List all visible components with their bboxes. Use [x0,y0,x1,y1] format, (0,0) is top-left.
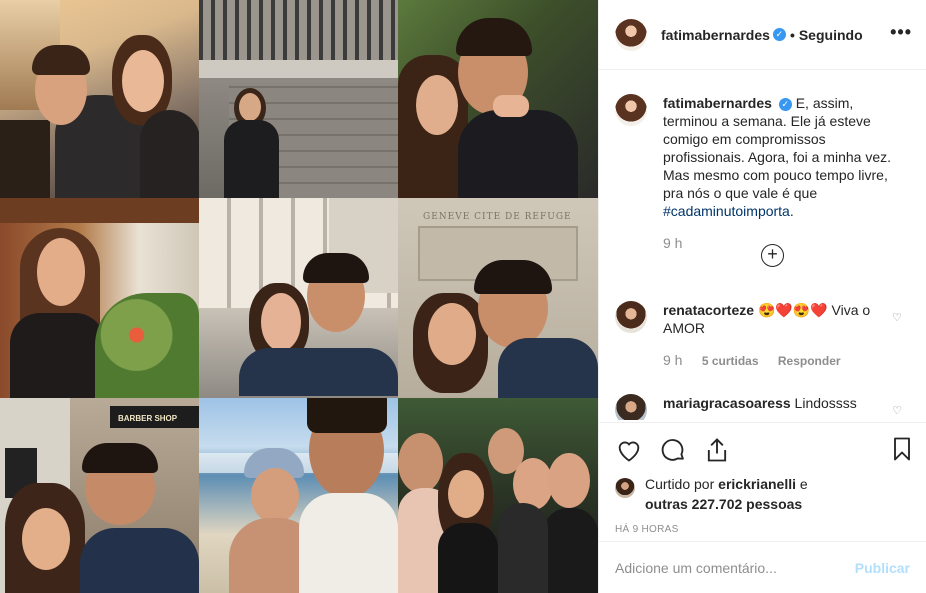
author-username[interactable]: fatimabernardes [661,27,770,43]
comment-emoji: 😍❤️😍❤️ [757,302,828,318]
following-button[interactable]: Seguindo [799,27,863,43]
commenter-avatar[interactable] [615,301,647,333]
add-comment-bar: Adicione um comentário... Publicar [599,541,926,593]
caption-username[interactable]: fatimabernardes [663,95,772,111]
author-avatar[interactable] [615,18,647,51]
liked-middle: e [799,476,808,492]
comment-like-icon[interactable]: ♡ [892,404,902,417]
likes-count[interactable]: outras 227.702 pessoas [645,496,802,512]
reply-button[interactable]: Responder [778,354,841,368]
post-sidebar: fatimabernardes ✓ • Seguindo ••• fatimab… [598,0,926,593]
stone-sign-text: GENEVE CITE DE REFUGE [423,212,572,222]
publish-button[interactable]: Publicar [855,560,910,576]
caption-end: . [789,203,794,219]
caption-avatar[interactable] [615,94,647,126]
comment-icon[interactable] [659,436,687,464]
comment-input[interactable]: Adicione um comentário... [615,560,777,576]
collage-photo-8 [199,398,398,593]
instagram-post: GENEVE CITE DE REFUGE BARBER SHOP fatima… [0,0,926,593]
separator-dot: • [789,26,795,43]
caption: fatimabernardes ✓ E, assim, terminou a s… [615,94,910,253]
caption-hashtag[interactable]: #cadaminutoimporta [663,203,790,219]
comment-item: mariagracasoaress Lindossss ♡ [615,394,910,420]
comment-username[interactable]: renatacorteze [663,302,754,318]
commenter-avatar[interactable] [615,394,647,420]
add-icon[interactable]: + [761,244,784,267]
collage-photo-4 [0,198,199,398]
more-icon[interactable]: ••• [890,22,912,43]
comment-item: renatacorteze 😍❤️😍❤️ Viva o AMOR 9 h 5 c… [615,301,910,370]
caption-time[interactable]: 9 h [663,235,682,251]
collage-photo-1 [0,0,199,198]
comment-text: Lindossss [794,395,857,411]
comment-like-icon[interactable]: ♡ [892,311,902,324]
liked-prefix: Curtido por [645,476,715,492]
comments-list[interactable]: fatimabernardes ✓ E, assim, terminou a s… [599,71,926,420]
photo-collage[interactable]: GENEVE CITE DE REFUGE BARBER SHOP [0,0,598,593]
barber-sign-text: BARBER SHOP [118,414,178,423]
collage-photo-2 [199,0,398,198]
verified-icon: ✓ [772,28,786,41]
comment-username[interactable]: mariagracasoaress [663,395,791,411]
collage-photo-3 [398,0,598,198]
liker-avatar[interactable] [615,478,635,498]
bookmark-icon[interactable] [888,435,916,463]
comment-likes[interactable]: 5 curtidas [702,354,759,368]
post-header: fatimabernardes ✓ • Seguindo ••• [599,0,926,70]
verified-icon: ✓ [778,97,792,111]
share-icon[interactable] [703,436,731,464]
collage-photo-6: GENEVE CITE DE REFUGE [398,198,598,398]
comment-time[interactable]: 9 h [663,352,682,368]
liker-username[interactable]: erickrianelli [718,476,796,492]
post-actions: Curtido por erickrianelli e outras 227.7… [599,422,926,542]
collage-photo-7: BARBER SHOP [0,398,199,593]
liked-by: Curtido por erickrianelli e outras 227.7… [615,474,910,514]
post-timestamp[interactable]: HÁ 9 HORAS [615,524,910,535]
collage-photo-9 [398,398,598,593]
collage-photo-5 [199,198,398,398]
heart-icon[interactable] [615,436,643,464]
